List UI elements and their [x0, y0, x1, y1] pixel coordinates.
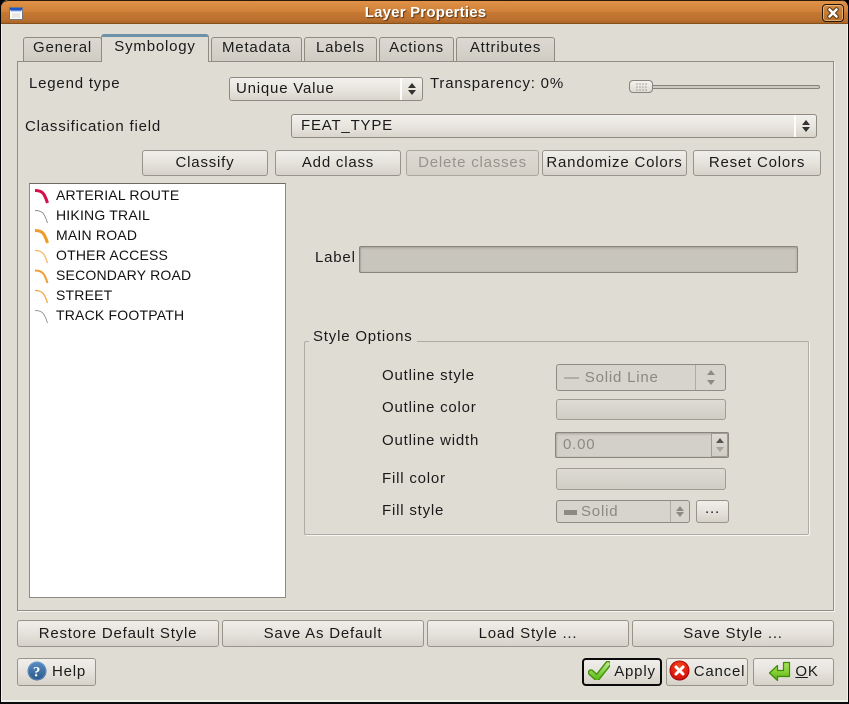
- svg-text:?: ?: [33, 665, 41, 681]
